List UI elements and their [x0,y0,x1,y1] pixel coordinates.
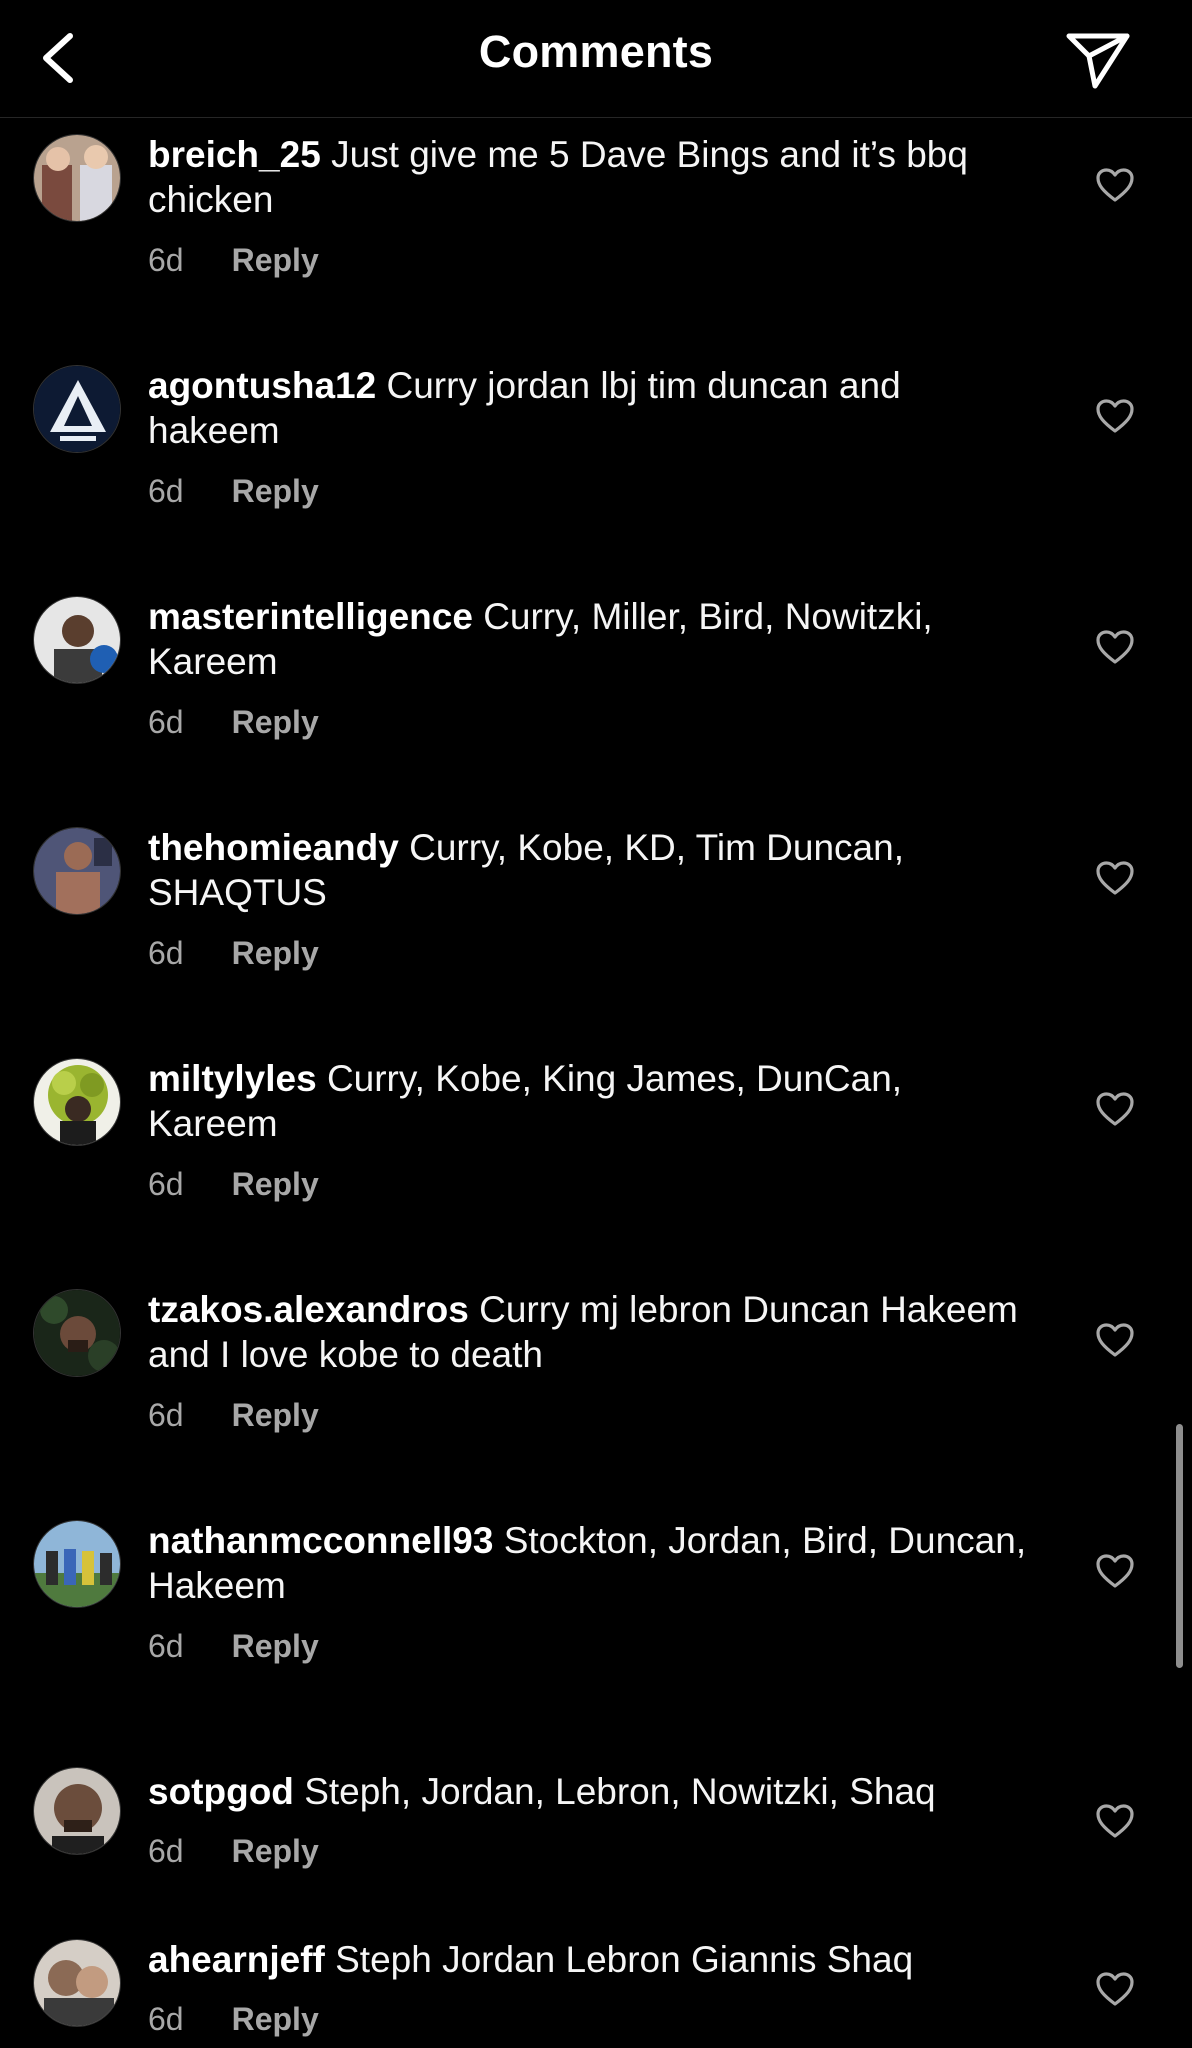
reply-button[interactable]: Reply [232,704,319,741]
username[interactable]: sotpgod [148,1771,294,1812]
comment-text: sotpgod Steph, Jordan, Lebron, Nowitzki,… [148,1769,1028,1814]
timestamp: 6d [148,1166,184,1202]
reply-button[interactable]: Reply [232,2001,319,2038]
paper-plane-icon [1066,33,1130,89]
avatar[interactable] [33,1058,121,1146]
timestamp: 6d [148,935,184,971]
reply-button[interactable]: Reply [232,1397,319,1434]
comment-meta: 6d Reply [148,242,319,279]
timestamp: 6d [148,1397,184,1433]
like-button[interactable] [1092,395,1138,437]
timestamp: 6d [148,242,184,278]
comment-meta: 6d Reply [148,1166,319,1203]
avatar[interactable] [33,134,121,222]
like-button[interactable] [1092,626,1138,668]
reply-button[interactable]: Reply [232,473,319,510]
heart-icon [1096,630,1134,664]
timestamp: 6d [148,1833,184,1869]
header-bar: Comments [0,0,1192,118]
comment-text: nathanmcconnell93 Stockton, Jordan, Bird… [148,1518,1028,1608]
comment-meta: 6d Reply [148,473,319,510]
comment-meta: 6d Reply [148,704,319,741]
avatar-image [34,1059,120,1145]
avatar[interactable] [33,596,121,684]
comment-text: masterintelligence Curry, Miller, Bird, … [148,594,1028,684]
heart-icon [1096,861,1134,895]
avatar-image [34,828,120,914]
avatar-image [34,1521,120,1607]
reply-button[interactable]: Reply [232,1166,319,1203]
avatar-image [34,135,120,221]
reply-button[interactable]: Reply [232,1833,319,1870]
timestamp: 6d [148,2001,184,2037]
comment-text: ahearnjeff Steph Jordan Lebron Giannis S… [148,1937,1028,1982]
comment-text: thehomieandy Curry, Kobe, KD, Tim Duncan… [148,825,1028,915]
timestamp: 6d [148,473,184,509]
avatar[interactable] [33,1939,121,2027]
comment-body: Steph Jordan Lebron Giannis Shaq [335,1939,914,1980]
comment-meta: 6d Reply [148,1628,319,1665]
avatar[interactable] [33,1520,121,1608]
avatar[interactable] [33,1767,121,1855]
heart-icon [1096,1972,1134,2006]
scrollbar[interactable] [1176,1424,1183,1668]
avatar-image [34,1290,120,1376]
username[interactable]: masterintelligence [148,596,473,637]
comment-text: tzakos.alexandros Curry mj lebron Duncan… [148,1287,1028,1377]
comment-text: miltylyles Curry, Kobe, King James, DunC… [148,1056,1028,1146]
avatar-image [34,1768,120,1854]
username[interactable]: thehomieandy [148,827,399,868]
username[interactable]: breich_25 [148,134,321,175]
username[interactable]: nathanmcconnell93 [148,1520,493,1561]
comment-meta: 6d Reply [148,935,319,972]
username[interactable]: miltylyles [148,1058,317,1099]
timestamp: 6d [148,1628,184,1664]
username[interactable]: tzakos.alexandros [148,1289,469,1330]
comment-meta: 6d Reply [148,1397,319,1434]
heart-icon [1096,1554,1134,1588]
like-button[interactable] [1092,1968,1138,2010]
avatar-image [34,597,120,683]
username[interactable]: ahearnjeff [148,1939,325,1980]
comment-meta: 6d Reply [148,1833,319,1870]
like-button[interactable] [1092,1088,1138,1130]
reply-button[interactable]: Reply [232,935,319,972]
like-button[interactable] [1092,1550,1138,1592]
username[interactable]: agontusha12 [148,365,376,406]
like-button[interactable] [1092,1800,1138,1842]
page-title: Comments [478,26,714,77]
avatar[interactable] [33,1289,121,1377]
avatar-image [34,1940,120,2026]
comment-body: Steph, Jordan, Lebron, Nowitzki, Shaq [304,1771,936,1812]
comment-text: breich_25 Just give me 5 Dave Bings and … [148,132,1028,222]
heart-icon [1096,1323,1134,1357]
heart-icon [1096,168,1134,202]
share-button[interactable] [1058,22,1138,98]
like-button[interactable] [1092,857,1138,899]
comment-meta: 6d Reply [148,2001,319,2038]
reply-button[interactable]: Reply [232,242,319,279]
reply-button[interactable]: Reply [232,1628,319,1665]
avatar[interactable] [33,827,121,915]
like-button[interactable] [1092,1319,1138,1361]
heart-icon [1096,1092,1134,1126]
heart-icon [1096,1804,1134,1838]
avatar-image [34,366,120,452]
avatar[interactable] [33,365,121,453]
heart-icon [1096,399,1134,433]
like-button[interactable] [1092,164,1138,206]
timestamp: 6d [148,704,184,740]
comment-text: agontusha12 Curry jordan lbj tim duncan … [148,363,1028,453]
